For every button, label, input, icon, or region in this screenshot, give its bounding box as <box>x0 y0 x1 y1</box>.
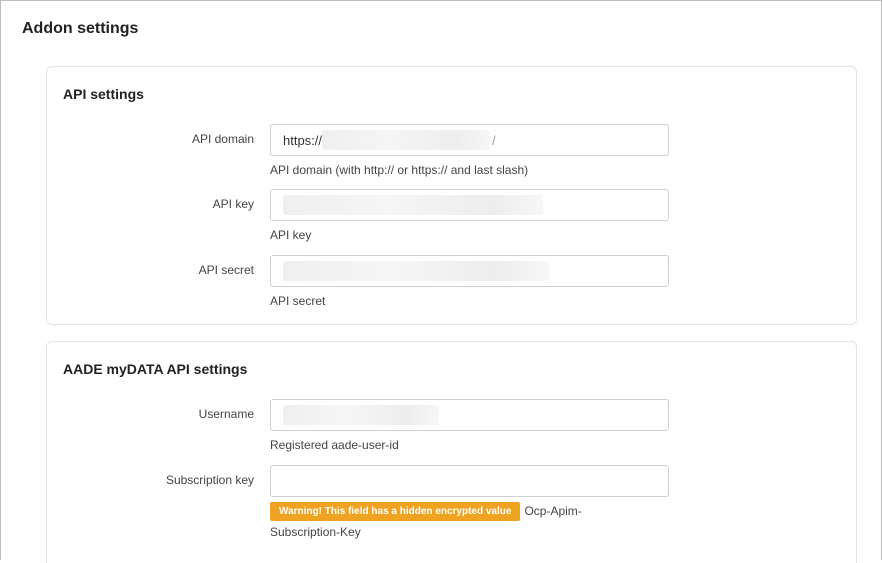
page-title: Addon settings <box>22 20 139 37</box>
aade-settings-card: AADE myDATA API settings Username Regist… <box>46 341 857 563</box>
api-domain-suffix: / <box>492 132 496 148</box>
api-secret-label: API secret <box>198 263 254 277</box>
api-domain-input[interactable]: https:// / <box>270 124 669 156</box>
api-settings-card: API settings API domain https:// / API d… <box>46 66 857 325</box>
api-settings-title: API settings <box>63 86 144 102</box>
redacted-value <box>283 195 543 215</box>
subscription-key-input[interactable] <box>270 465 669 497</box>
api-secret-help: API secret <box>270 294 326 308</box>
subscription-key-help-block: Warning! This field has a hidden encrypt… <box>270 501 610 543</box>
api-key-input[interactable] <box>270 189 669 221</box>
hidden-value-warning-badge: Warning! This field has a hidden encrypt… <box>270 502 521 521</box>
api-domain-prefix: https:// <box>283 132 323 148</box>
username-input[interactable] <box>270 399 669 431</box>
api-domain-label: API domain <box>191 132 254 146</box>
api-domain-help: API domain (with http:// or https:// and… <box>270 163 529 177</box>
api-key-label: API key <box>212 197 254 211</box>
redacted-value <box>322 130 491 150</box>
aade-settings-title: AADE myDATA API settings <box>63 361 248 377</box>
api-secret-input[interactable] <box>270 255 669 287</box>
username-help: Registered aade-user-id <box>270 438 399 452</box>
subscription-key-label: Subscription key <box>165 473 254 487</box>
redacted-value <box>283 405 439 425</box>
addon-settings-panel: Addon settings API settings API domain h… <box>0 0 882 563</box>
username-label: Username <box>198 407 254 421</box>
redacted-value <box>283 261 549 281</box>
api-key-help: API key <box>270 228 312 242</box>
